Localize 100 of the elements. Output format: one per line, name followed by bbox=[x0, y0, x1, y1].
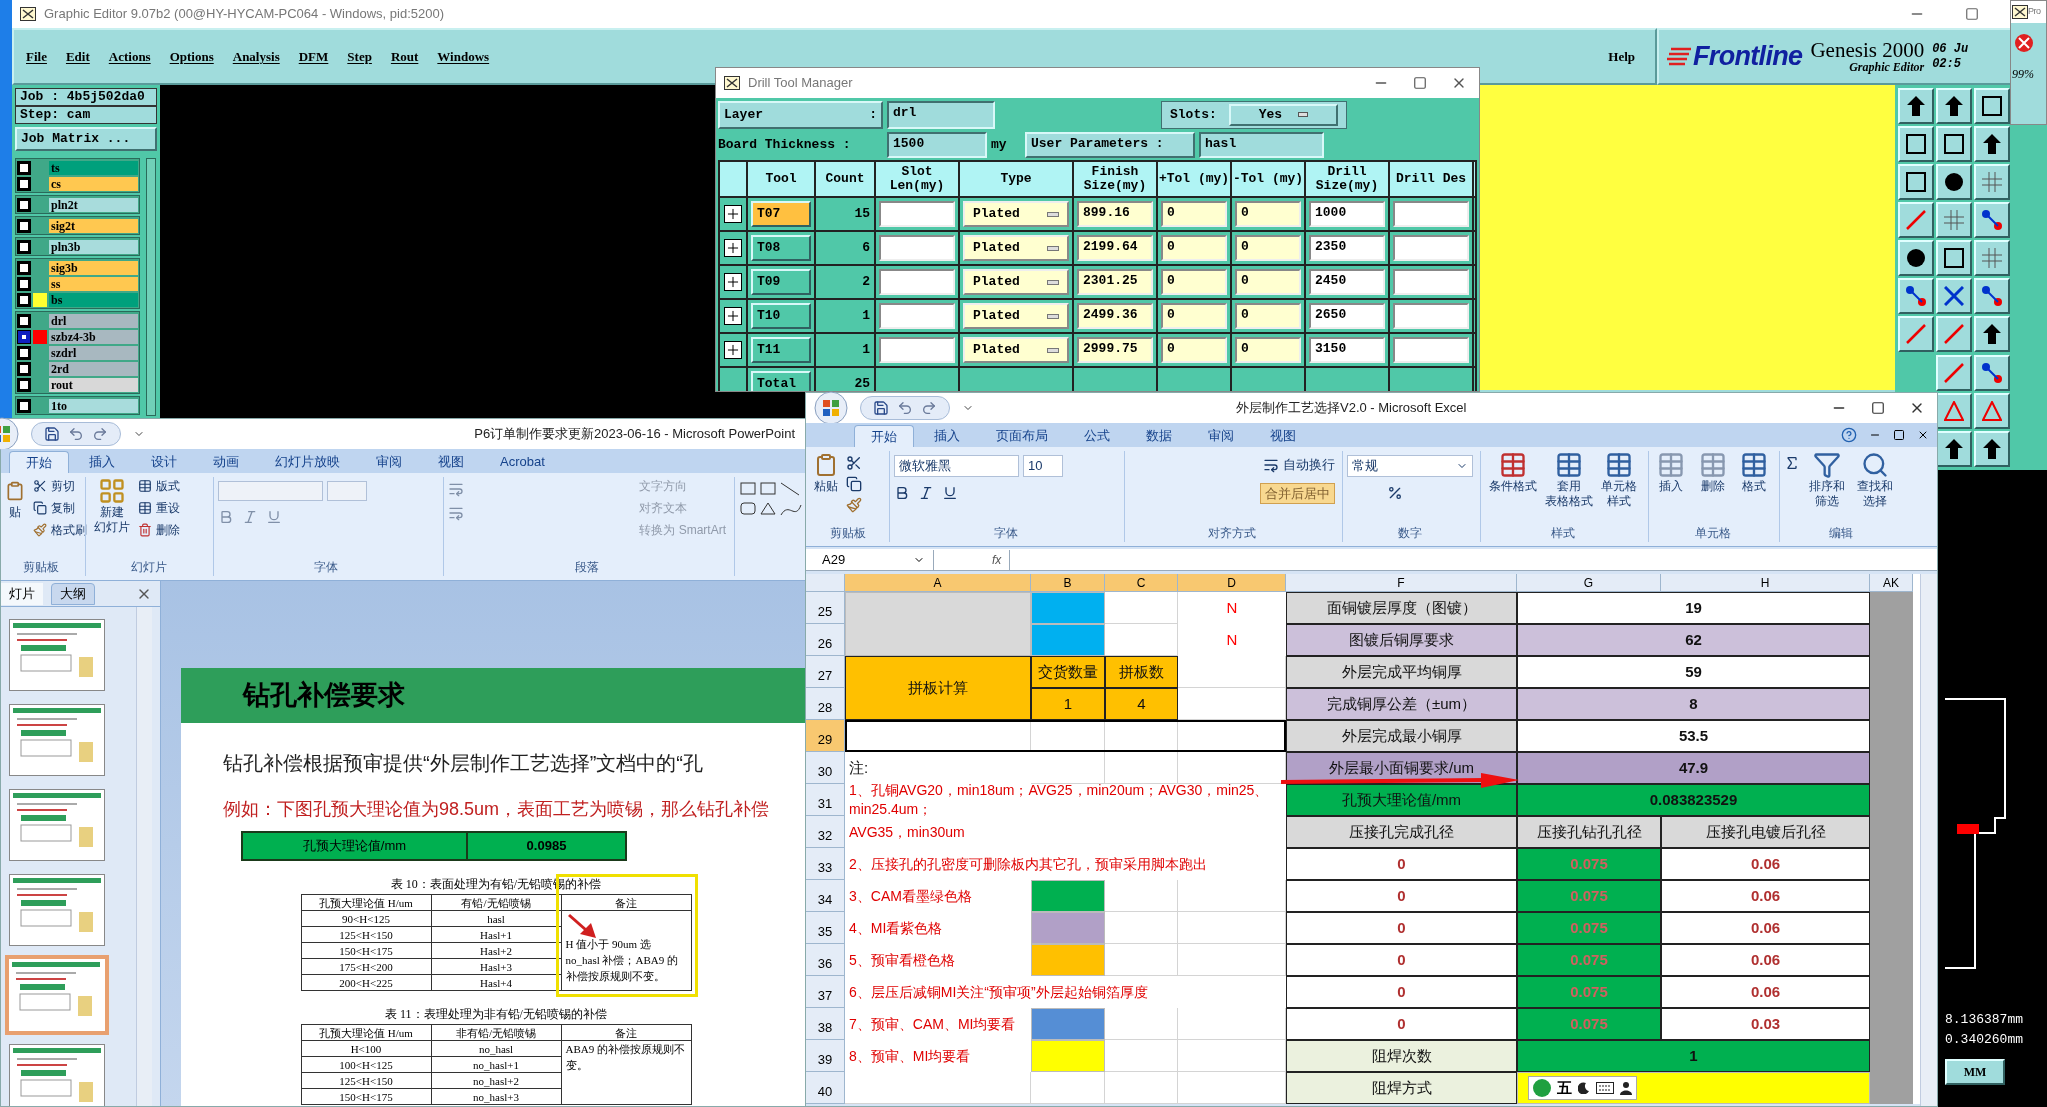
tool-button[interactable]: T10 bbox=[751, 303, 811, 329]
column-header[interactable]: G bbox=[1517, 574, 1661, 592]
row-header[interactable]: 39 bbox=[806, 1040, 845, 1072]
number-format-dropdown[interactable]: 常规 bbox=[1347, 455, 1473, 477]
layer-name[interactable]: 1to bbox=[49, 398, 138, 413]
cell-styles-button[interactable]: 单元格 样式 bbox=[1597, 451, 1641, 524]
type-dropdown[interactable]: Plated bbox=[963, 269, 1069, 295]
pane-tab[interactable]: 大纲 bbox=[51, 582, 95, 605]
plus-tolerance-field[interactable]: 0 bbox=[1161, 303, 1227, 329]
column-header[interactable]: C bbox=[1105, 574, 1178, 592]
ribbon-tab[interactable]: 数据 bbox=[1130, 425, 1188, 447]
units-dropdown[interactable]: MM bbox=[1945, 1059, 2005, 1085]
ribbon-tab[interactable]: 公式 bbox=[1068, 425, 1126, 447]
total-button[interactable]: Total bbox=[751, 371, 811, 391]
ribbon-tab[interactable]: Acrobat bbox=[484, 451, 561, 473]
finish-size-field[interactable]: 2301.25 bbox=[1077, 269, 1153, 295]
column-header[interactable]: D bbox=[1178, 574, 1286, 592]
ribbon-tab[interactable]: 页面布局 bbox=[980, 425, 1064, 447]
row-header[interactable]: 34 bbox=[806, 880, 845, 912]
layout-button[interactable]: 版式 bbox=[138, 477, 180, 495]
layer-name[interactable]: sig3b bbox=[49, 260, 138, 275]
layer-name[interactable]: ss bbox=[49, 276, 138, 291]
menu-item[interactable]: Analysis bbox=[232, 46, 280, 67]
conditional-format-button[interactable]: 条件格式 bbox=[1485, 451, 1541, 524]
wrap-text-button[interactable]: 自动换行 bbox=[1263, 455, 1335, 475]
row-header[interactable]: 35 bbox=[806, 912, 845, 944]
job-matrix-button[interactable]: Job Matrix ... bbox=[15, 127, 157, 151]
tool-button[interactable]: T11 bbox=[751, 337, 811, 363]
layer-name[interactable]: drl bbox=[49, 313, 138, 328]
row-header[interactable]: 40 bbox=[806, 1072, 845, 1104]
ribbon-tab[interactable]: 开始 bbox=[854, 425, 914, 447]
column-header[interactable]: B bbox=[1031, 574, 1105, 592]
ribbon-tab[interactable]: 插入 bbox=[73, 451, 131, 473]
column-header[interactable]: AK bbox=[1870, 574, 1913, 592]
paste-button[interactable]: 粘贴 bbox=[810, 451, 842, 524]
finish-size-field[interactable]: 2499.36 bbox=[1077, 303, 1153, 329]
row-header[interactable]: 26 bbox=[806, 624, 845, 656]
menu-item[interactable]: File bbox=[26, 46, 47, 67]
format-button[interactable]: 格式 bbox=[1736, 451, 1772, 524]
ribbon-tab[interactable]: 视图 bbox=[422, 451, 480, 473]
ribbon-tab[interactable]: 动画 bbox=[197, 451, 255, 473]
user-parameters-field[interactable]: hasl bbox=[1199, 131, 1324, 158]
row-header[interactable]: 30 bbox=[806, 752, 845, 784]
menu-item[interactable]: Options bbox=[169, 46, 214, 67]
menu-item[interactable]: Edit bbox=[65, 46, 90, 67]
layer-name[interactable]: rout bbox=[49, 377, 138, 392]
finish-size-field[interactable]: 2999.75 bbox=[1077, 337, 1153, 363]
menu-item[interactable]: Help bbox=[1608, 46, 1635, 67]
menu-item[interactable]: Step bbox=[347, 46, 372, 67]
new-slide-button[interactable]: 新建 幻灯片 bbox=[90, 477, 134, 558]
drill-size-field[interactable]: 2350 bbox=[1309, 235, 1385, 261]
ribbon-tab[interactable]: 幻灯片放映 bbox=[259, 451, 356, 473]
finish-size-field[interactable]: 2199.64 bbox=[1077, 235, 1153, 261]
cut-button[interactable]: 剪切 bbox=[33, 477, 87, 495]
drill-size-field[interactable]: 1000 bbox=[1309, 201, 1385, 227]
layer-name[interactable]: cs bbox=[49, 176, 138, 191]
type-dropdown[interactable]: Plated bbox=[963, 235, 1069, 261]
ribbon-tab[interactable]: 开始 bbox=[9, 451, 69, 473]
drill-size-field[interactable]: 2450 bbox=[1309, 269, 1385, 295]
plus-tolerance-field[interactable]: 0 bbox=[1161, 337, 1227, 363]
font-name-field[interactable]: 微软雅黑 bbox=[894, 455, 1019, 477]
layer-name[interactable]: pln2t bbox=[49, 197, 138, 212]
pane-tab[interactable]: 灯片 bbox=[1, 582, 43, 605]
plus-tolerance-field[interactable]: 0 bbox=[1161, 235, 1227, 261]
finish-size-field[interactable]: 899.16 bbox=[1077, 201, 1153, 227]
plus-tolerance-field[interactable]: 0 bbox=[1161, 269, 1227, 295]
layer-name[interactable]: sig2t bbox=[49, 218, 138, 233]
minus-tolerance-field[interactable]: 0 bbox=[1235, 337, 1301, 363]
thickness-field[interactable]: 1500 bbox=[887, 131, 987, 158]
format-as-table-button[interactable]: 套用 表格格式 bbox=[1541, 451, 1597, 524]
type-dropdown[interactable]: Plated bbox=[963, 303, 1069, 329]
row-header[interactable]: 28 bbox=[806, 688, 845, 720]
row-header[interactable]: 36 bbox=[806, 944, 845, 976]
row-header[interactable]: 33 bbox=[806, 848, 845, 880]
ribbon-tab[interactable]: 审阅 bbox=[1192, 425, 1250, 447]
paste-button[interactable]: 贴 bbox=[1, 477, 29, 558]
plus-tolerance-field[interactable]: 0 bbox=[1161, 201, 1227, 227]
layer-name[interactable]: szdrl bbox=[49, 345, 138, 360]
merge-center-button[interactable]: 合并后居中 bbox=[1260, 482, 1335, 504]
layer-name[interactable]: ts bbox=[49, 160, 138, 175]
menu-item[interactable]: Actions bbox=[108, 46, 151, 67]
font-size-field[interactable]: 10 bbox=[1023, 455, 1063, 477]
column-header[interactable]: H bbox=[1661, 574, 1870, 592]
layer-field[interactable]: drl bbox=[887, 100, 995, 129]
ribbon-tab[interactable]: 插入 bbox=[918, 425, 976, 447]
row-header[interactable]: 37 bbox=[806, 976, 845, 1008]
insert-button[interactable]: 插入 bbox=[1653, 451, 1689, 524]
delete-button[interactable]: 删除 bbox=[138, 521, 180, 539]
minus-tolerance-field[interactable]: 0 bbox=[1235, 303, 1301, 329]
ribbon-tab[interactable]: 设计 bbox=[135, 451, 193, 473]
tool-button[interactable]: T08 bbox=[751, 235, 811, 261]
layer-name[interactable]: pln3b bbox=[49, 239, 138, 254]
type-dropdown[interactable]: Plated bbox=[963, 337, 1069, 363]
row-header[interactable]: 27 bbox=[806, 656, 845, 688]
sort-filter-button[interactable]: 排序和 筛选 bbox=[1804, 451, 1849, 524]
find-select-button[interactable]: 查找和 选择 bbox=[1853, 451, 1897, 524]
delete-button[interactable]: 删除 bbox=[1694, 451, 1731, 524]
name-box[interactable]: A29 bbox=[814, 549, 934, 570]
copy-button[interactable]: 复制 bbox=[33, 499, 87, 517]
ribbon-tab[interactable]: 视图 bbox=[1254, 425, 1312, 447]
